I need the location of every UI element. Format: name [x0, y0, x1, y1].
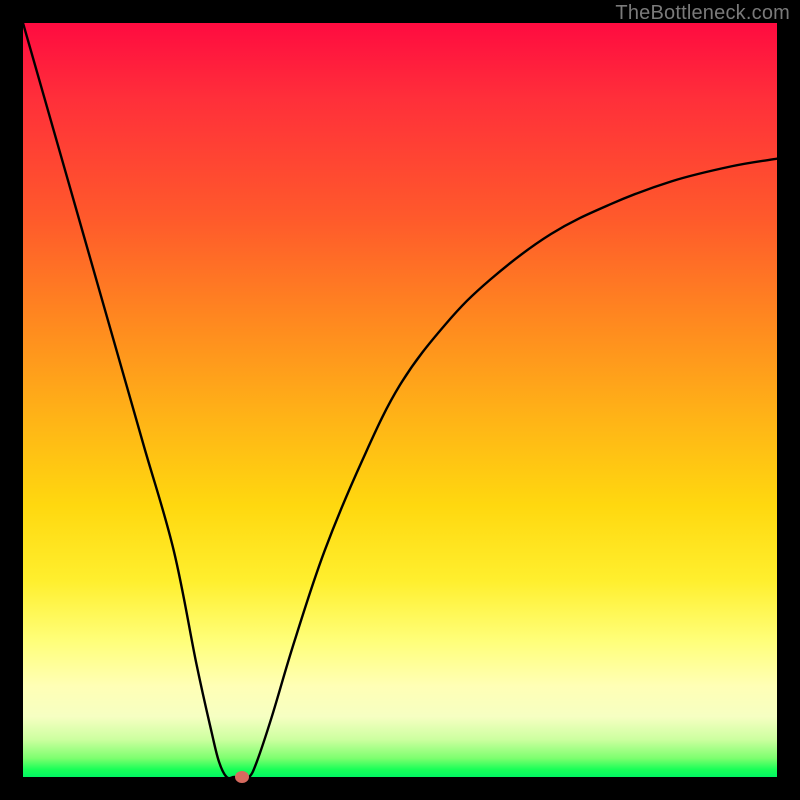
plot-area [23, 23, 777, 777]
curve-svg [23, 23, 777, 777]
chart-frame: TheBottleneck.com [0, 0, 800, 800]
watermark-text: TheBottleneck.com [615, 2, 790, 25]
bottleneck-curve [23, 23, 777, 777]
min-point-marker [235, 771, 249, 783]
